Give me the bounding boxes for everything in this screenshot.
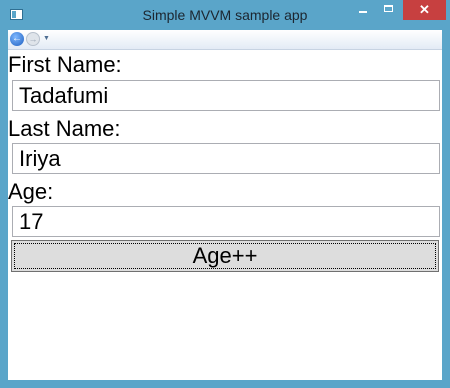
app-window: Simple MVVM sample app ✕ ← → ▼ First Nam… xyxy=(0,0,450,388)
maximize-icon xyxy=(384,5,393,12)
last-name-label: Last Name: xyxy=(8,116,121,141)
forward-arrow-icon[interactable]: → xyxy=(26,32,40,46)
close-button[interactable]: ✕ xyxy=(403,0,446,20)
age-field[interactable]: 17 xyxy=(12,206,440,237)
dropdown-icon[interactable]: ▼ xyxy=(43,35,50,42)
last-name-field[interactable]: Iriya xyxy=(12,143,440,174)
first-name-field[interactable]: Tadafumi xyxy=(12,80,440,111)
age-increment-button[interactable]: Age++ xyxy=(11,240,439,272)
client-area: ← → ▼ First Name: Tadafumi Last Name: Ir… xyxy=(8,30,442,380)
minimize-button[interactable] xyxy=(350,0,376,20)
minimize-icon xyxy=(359,11,367,13)
age-label: Age: xyxy=(8,179,54,204)
first-name-label: First Name: xyxy=(8,52,122,77)
title-bar[interactable]: Simple MVVM sample app ✕ xyxy=(0,0,450,30)
maximize-button[interactable] xyxy=(376,0,402,20)
navigation-bar: ← → ▼ xyxy=(8,30,442,50)
back-arrow-icon[interactable]: ← xyxy=(10,32,24,46)
